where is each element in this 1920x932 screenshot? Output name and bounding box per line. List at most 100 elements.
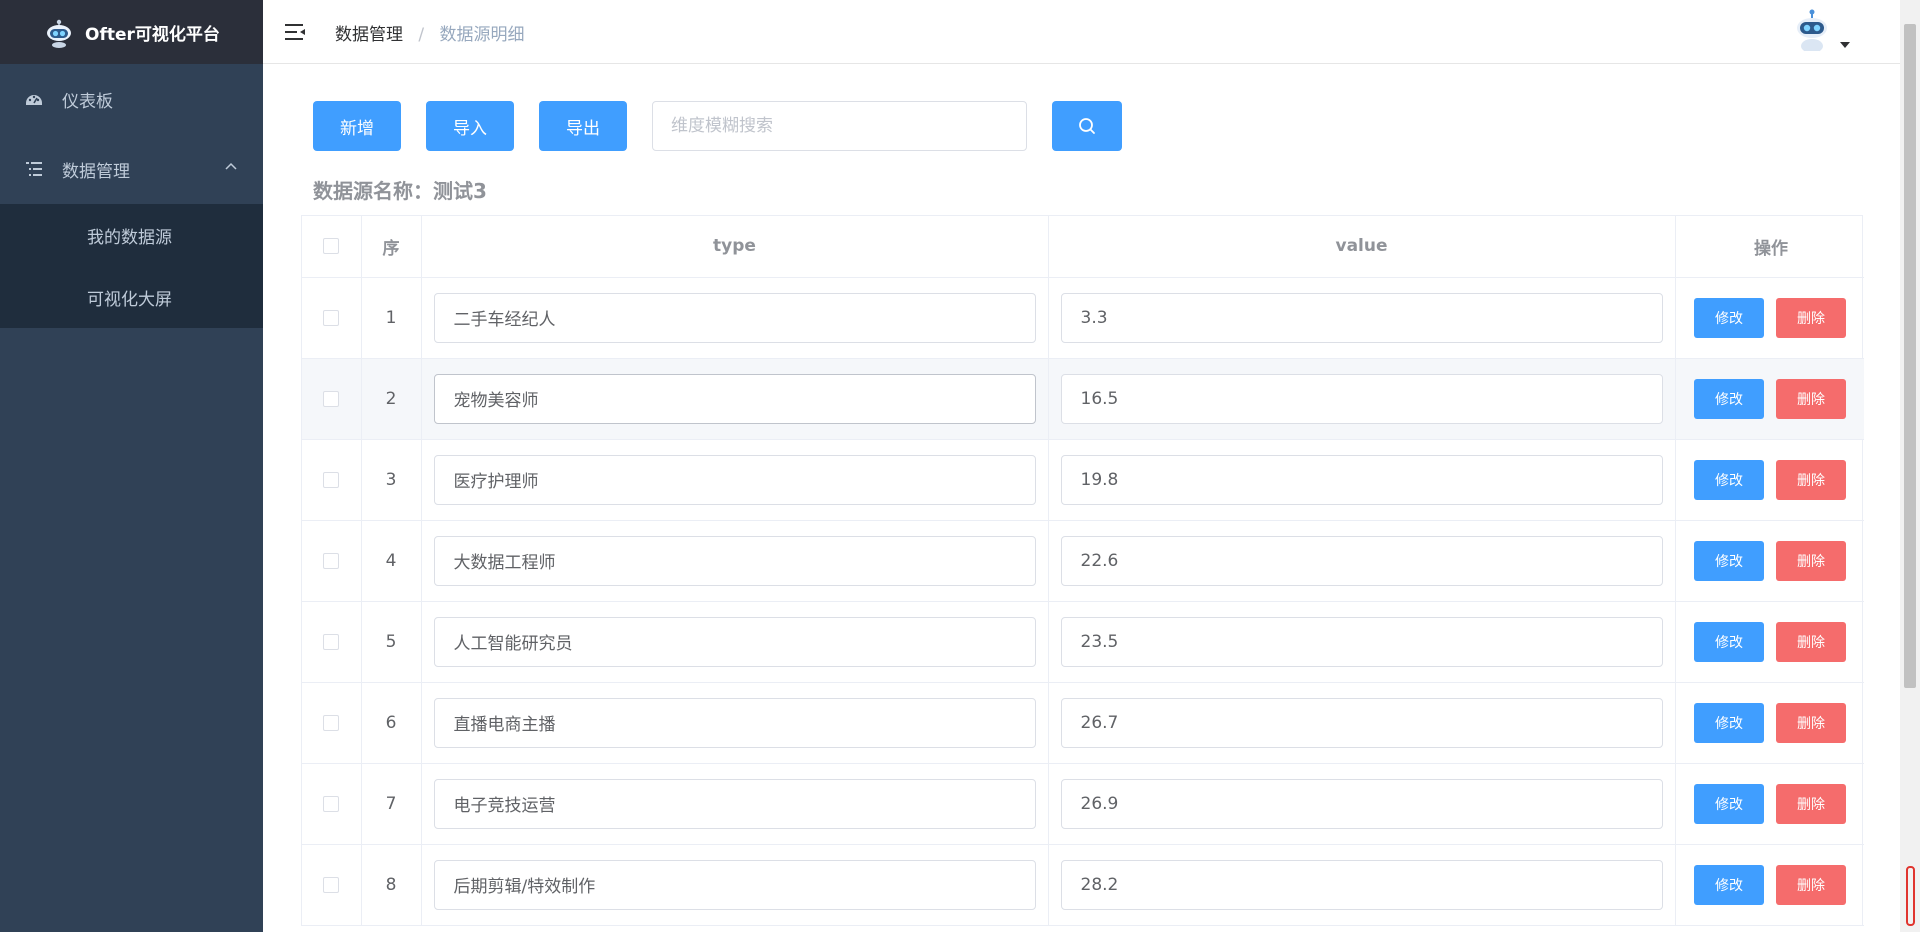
delete-button[interactable]: 删除: [1776, 378, 1846, 419]
type-input[interactable]: [433, 535, 1036, 586]
sidebar-item-label: 数据管理: [62, 161, 130, 182]
robot-logo-icon: [47, 19, 72, 48]
row-index: 8: [361, 844, 422, 926]
edit-button[interactable]: 修改: [1694, 459, 1764, 500]
sidebar-item-label: 可视化大屏: [87, 289, 172, 310]
type-input[interactable]: [433, 616, 1036, 667]
delete-button[interactable]: 删除: [1776, 459, 1846, 500]
value-input[interactable]: [1060, 778, 1663, 829]
search-icon: [1079, 118, 1095, 134]
edit-button[interactable]: 修改: [1694, 540, 1764, 581]
sidebar-item-label: 仪表板: [62, 91, 113, 112]
import-button[interactable]: 导入: [426, 101, 514, 151]
table-row: 2 修改删除: [302, 358, 1864, 440]
row-index: 4: [361, 520, 422, 602]
avatar[interactable]: [1790, 8, 1834, 56]
row-checkbox[interactable]: [323, 876, 340, 893]
search-input[interactable]: [652, 101, 1027, 151]
row-checkbox[interactable]: [323, 309, 340, 326]
table-header-row: 序 type value 操作: [302, 216, 1864, 278]
edit-button[interactable]: 修改: [1694, 864, 1764, 905]
sidebar-item-my-datasources[interactable]: 我的数据源: [0, 204, 263, 266]
value-input[interactable]: [1060, 697, 1663, 748]
value-input[interactable]: [1060, 454, 1663, 505]
value-input[interactable]: [1060, 616, 1663, 667]
vertical-scrollbar[interactable]: [1900, 0, 1920, 932]
header-type: type: [421, 216, 1049, 278]
delete-button[interactable]: 删除: [1776, 621, 1846, 662]
delete-button[interactable]: 删除: [1776, 702, 1846, 743]
export-button[interactable]: 导出: [539, 101, 627, 151]
value-input[interactable]: [1060, 859, 1663, 910]
list-tree-icon: [24, 159, 44, 179]
main-content: 新增 导入 导出 数据源名称：测试3 序 typ: [263, 65, 1900, 932]
table-row: 6 修改删除: [302, 682, 1864, 764]
sidebar-item-data-management[interactable]: 数据管理: [0, 134, 263, 204]
edit-button[interactable]: 修改: [1694, 621, 1764, 662]
row-index: 7: [361, 763, 422, 845]
row-index: 3: [361, 439, 422, 521]
edit-button[interactable]: 修改: [1694, 378, 1764, 419]
scroll-indicator-icon: [1906, 866, 1915, 926]
app-title: Ofter可视化平台: [85, 24, 220, 45]
row-checkbox[interactable]: [323, 390, 340, 407]
sidebar: Ofter可视化平台 仪表板 数据管理 我的数据源 可视化大屏: [0, 0, 263, 932]
row-index: 1: [361, 277, 422, 359]
delete-button[interactable]: 删除: [1776, 540, 1846, 581]
sidebar-item-visual-screen[interactable]: 可视化大屏: [0, 266, 263, 328]
value-input[interactable]: [1060, 373, 1663, 424]
delete-button[interactable]: 删除: [1776, 297, 1846, 338]
table-row: 1 修改删除: [302, 277, 1864, 359]
row-index: 2: [361, 358, 422, 440]
header-value: value: [1048, 216, 1676, 278]
type-input[interactable]: [433, 454, 1036, 505]
logo[interactable]: Ofter可视化平台: [0, 0, 263, 64]
chevron-up-icon: [225, 162, 237, 170]
add-button[interactable]: 新增: [313, 101, 401, 151]
delete-button[interactable]: 删除: [1776, 864, 1846, 905]
table-row: 3 修改删除: [302, 439, 1864, 521]
row-index: 6: [361, 682, 422, 764]
value-input[interactable]: [1060, 292, 1663, 343]
caret-down-icon[interactable]: [1840, 42, 1850, 48]
edit-button[interactable]: 修改: [1694, 702, 1764, 743]
edit-button[interactable]: 修改: [1694, 297, 1764, 338]
hamburger-icon[interactable]: [283, 20, 307, 44]
breadcrumb: 数据管理 / 数据源明细: [335, 20, 525, 45]
header-index: 序: [361, 216, 422, 278]
row-checkbox[interactable]: [323, 471, 340, 488]
sidebar-item-label: 我的数据源: [87, 227, 172, 248]
row-checkbox[interactable]: [323, 552, 340, 569]
breadcrumb-item-data-management[interactable]: 数据管理: [335, 25, 403, 45]
dashboard-icon: [24, 89, 44, 109]
toolbar: 新增 导入 导出: [313, 101, 1122, 151]
scrollbar-thumb[interactable]: [1904, 24, 1916, 688]
type-input[interactable]: [433, 292, 1036, 343]
row-checkbox[interactable]: [323, 714, 340, 731]
edit-button[interactable]: 修改: [1694, 783, 1764, 824]
datasource-title: 数据源名称：测试3: [313, 179, 487, 203]
select-all-checkbox[interactable]: [323, 238, 340, 255]
submenu-data-management: 我的数据源 可视化大屏: [0, 204, 263, 328]
row-checkbox[interactable]: [323, 633, 340, 650]
table-row: 7 修改删除: [302, 763, 1864, 845]
type-input[interactable]: [433, 859, 1036, 910]
breadcrumb-separator: /: [418, 25, 425, 45]
breadcrumb-item-current: 数据源明细: [439, 25, 525, 45]
table-row: 8 修改删除: [302, 844, 1864, 926]
delete-button[interactable]: 删除: [1776, 783, 1846, 824]
header-ops: 操作: [1675, 216, 1864, 278]
type-input[interactable]: [433, 373, 1036, 424]
navbar: 数据管理 / 数据源明细: [263, 0, 1900, 64]
row-checkbox[interactable]: [323, 795, 340, 812]
sidebar-item-dashboard[interactable]: 仪表板: [0, 64, 263, 134]
row-index: 5: [361, 601, 422, 683]
value-input[interactable]: [1060, 535, 1663, 586]
data-table: 序 type value 操作 1 修改删除 2: [301, 215, 1864, 926]
table-row: 4 修改删除: [302, 520, 1864, 602]
type-input[interactable]: [433, 697, 1036, 748]
table-row: 5 修改删除: [302, 601, 1864, 683]
type-input[interactable]: [433, 778, 1036, 829]
search-button[interactable]: [1052, 101, 1122, 151]
header-select-all: [302, 216, 362, 278]
